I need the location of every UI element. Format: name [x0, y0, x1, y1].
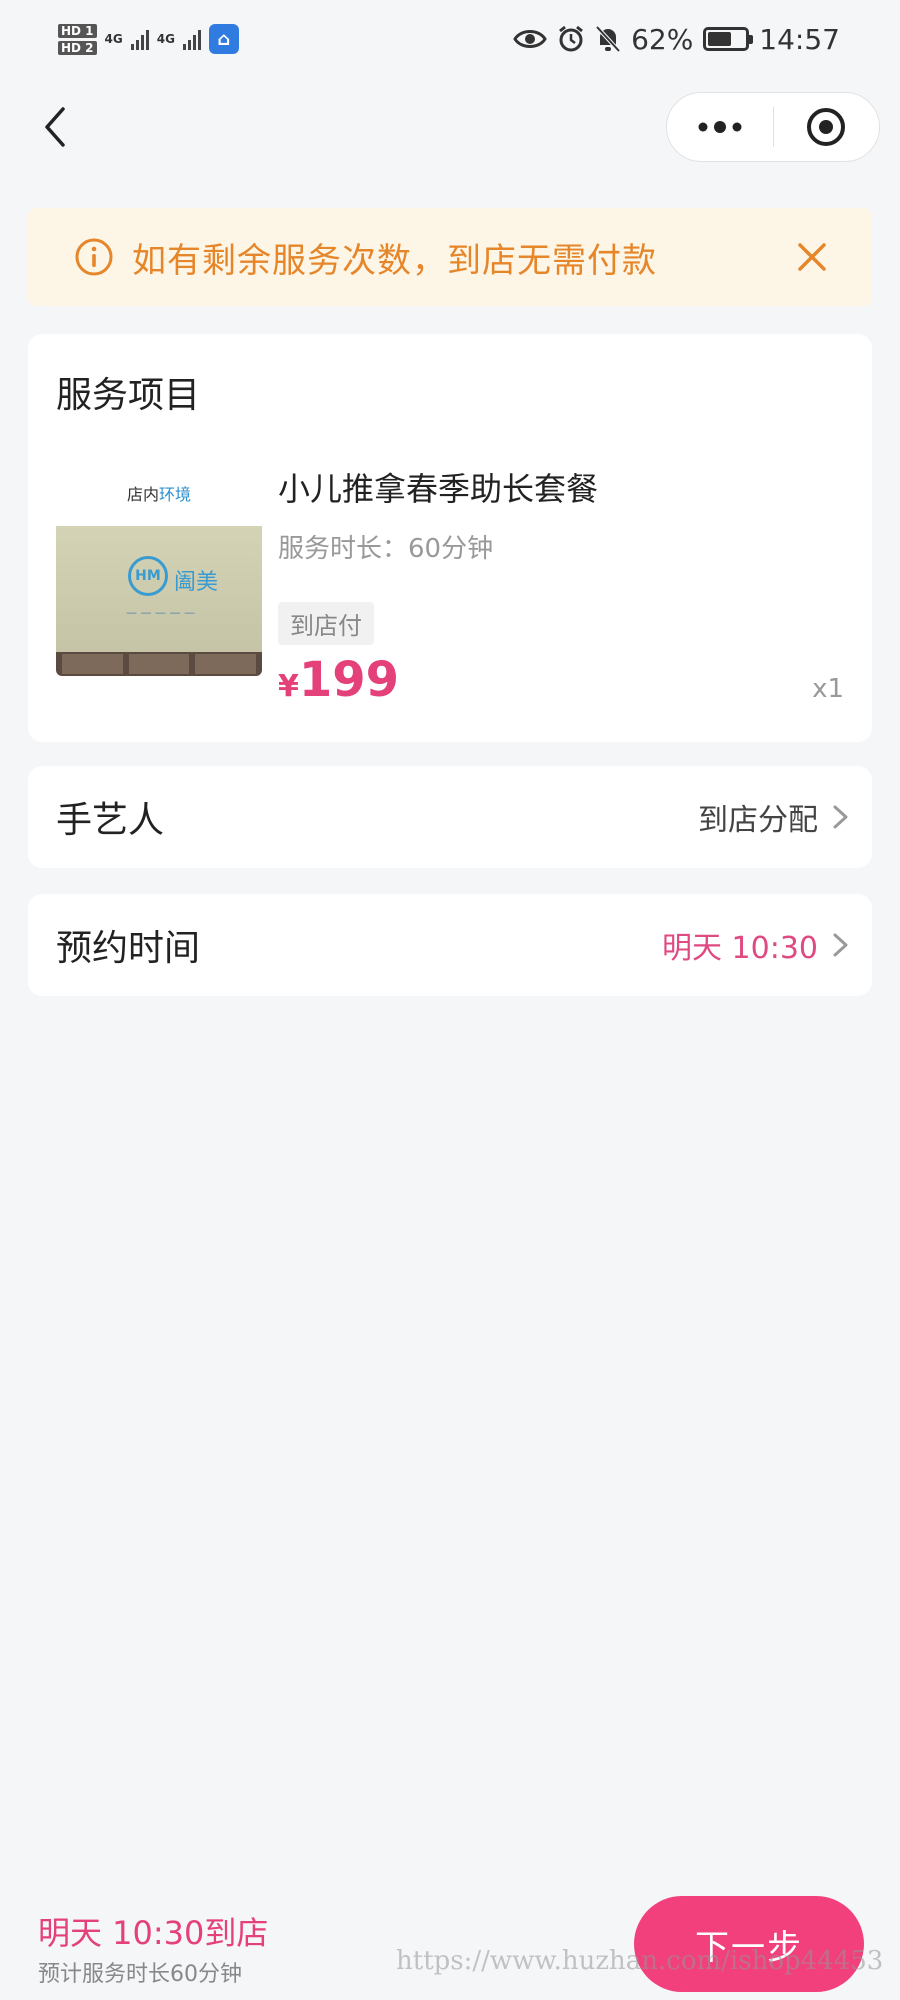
- chevron-left-icon: [45, 107, 65, 147]
- battery-fill: [708, 32, 731, 46]
- caption-highlight: 环境: [159, 485, 192, 504]
- status-bar: HD 1 HD 2 4G 4G ⌂ 62% 14:57: [0, 0, 900, 78]
- network-type-1: 4G: [104, 32, 123, 46]
- service-card: 服务项目 店内 环境 HM 阖美 — — — — — 小儿推拿春季助长套餐 服务时…: [28, 334, 872, 742]
- appointment-value-group: 明天 10:30: [662, 923, 850, 967]
- appointment-value: 明天 10:30: [662, 931, 818, 966]
- thumbnail-ceiling: [56, 652, 262, 676]
- arrival-time: 明天 10:30到店: [38, 1914, 269, 1952]
- target-icon: [807, 108, 846, 146]
- artisan-value-group: 到店分配: [698, 795, 850, 839]
- section-title: 服务项目: [56, 375, 201, 416]
- appointment-time-row[interactable]: 预约时间 明天 10:30: [28, 894, 872, 996]
- notice-text: 如有剩余服务次数，到店无需付款: [132, 240, 657, 281]
- network-type-2: 4G: [156, 32, 175, 46]
- store-logo-text: 阖美: [174, 570, 219, 595]
- chevron-right-icon: [833, 933, 848, 957]
- quantity: x1: [812, 674, 844, 704]
- payment-tag: 到店付: [278, 602, 374, 645]
- more-dots-icon: [698, 121, 742, 133]
- mute-bell-icon: [595, 25, 621, 53]
- battery-icon: [703, 27, 754, 51]
- service-duration: 服务时长：60分钟: [278, 534, 494, 564]
- thumbnail-wall: HM 阖美 — — — — —: [56, 526, 262, 652]
- mini-program-capsule: [666, 92, 880, 162]
- notice-banner: 如有剩余服务次数，到店无需付款: [28, 208, 872, 306]
- clock-time: 14:57: [759, 22, 840, 56]
- app-notification-icon: ⌂: [208, 24, 239, 54]
- thumbnail-caption: 店内 环境: [56, 460, 262, 526]
- estimated-duration: 预计服务时长60分钟: [38, 1962, 242, 1987]
- bottom-bar: 明天 10:30到店 预计服务时长60分钟 下一步 https://www.hu…: [0, 1880, 900, 2000]
- status-right: 62% 14:57: [513, 23, 840, 56]
- close-program-button[interactable]: [774, 93, 880, 161]
- more-button[interactable]: [667, 93, 773, 161]
- status-left: HD 1 HD 2 4G 4G ⌂: [58, 23, 239, 55]
- signal-icon: [130, 28, 149, 50]
- service-price: ¥199: [278, 652, 399, 708]
- chevron-right-icon: [833, 805, 848, 829]
- artisan-row[interactable]: 手艺人 到店分配: [28, 766, 872, 868]
- alarm-icon: [559, 25, 583, 52]
- sim-badges: HD 1 HD 2: [58, 23, 97, 55]
- artisan-value: 到店分配: [698, 803, 818, 838]
- store-logo-icon: HM: [128, 556, 168, 596]
- store-slogan-graphic: — — — — —: [126, 606, 195, 619]
- service-thumbnail[interactable]: 店内 环境 HM 阖美 — — — — —: [56, 460, 262, 676]
- next-step-button[interactable]: 下一步: [634, 1896, 864, 1992]
- sim2-badge: HD 2: [58, 40, 97, 55]
- price-amount: 199: [298, 652, 400, 708]
- sim1-badge: HD 1: [58, 23, 97, 38]
- artisan-label: 手艺人: [56, 800, 165, 841]
- eye-icon: [513, 30, 547, 48]
- battery-percent: 62%: [631, 22, 694, 56]
- close-icon[interactable]: [792, 237, 832, 277]
- nav-bar: [0, 88, 900, 164]
- signal-icon: [182, 28, 201, 50]
- watermark: https://www.huzhan.com/ishop44453: [396, 1946, 884, 1976]
- info-icon: [75, 238, 113, 276]
- service-name[interactable]: 小儿推拿春季助长套餐: [278, 464, 598, 510]
- currency-symbol: ¥: [278, 669, 299, 704]
- back-button[interactable]: [30, 102, 80, 152]
- appointment-label: 预约时间: [56, 928, 201, 969]
- caption-plain: 店内: [126, 485, 159, 504]
